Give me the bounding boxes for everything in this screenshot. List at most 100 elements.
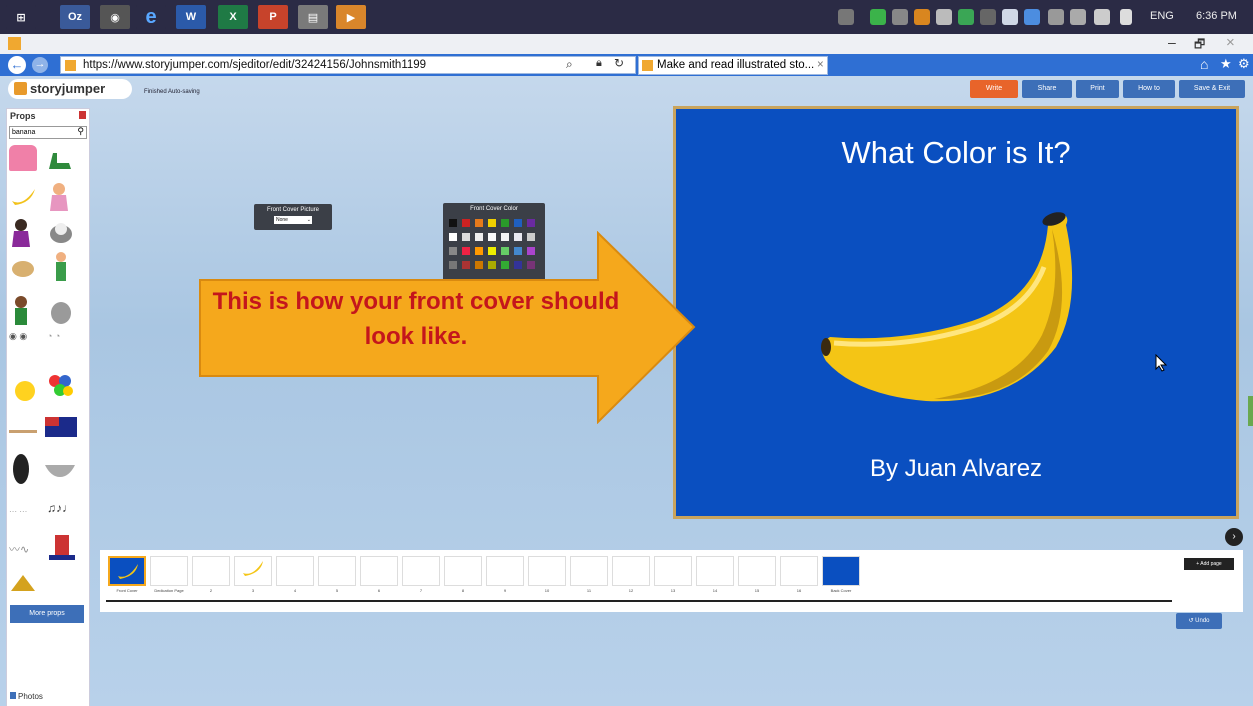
side-tab[interactable] <box>1248 396 1253 426</box>
banana-image[interactable] <box>816 205 1096 420</box>
tray-icon-4[interactable] <box>980 9 996 25</box>
photos-tab[interactable]: Photos <box>10 692 43 701</box>
dress-prop[interactable] <box>9 145 37 171</box>
chrome-icon[interactable]: ◉ <box>100 5 130 29</box>
print-button[interactable]: Print <box>1076 80 1119 98</box>
page-thumbnail[interactable] <box>318 556 356 586</box>
start-icon[interactable]: ⊞ <box>6 5 36 29</box>
howto-button[interactable]: How to <box>1123 80 1175 98</box>
file-explorer-icon[interactable]: ▤ <box>298 5 328 29</box>
media-player-icon[interactable]: ▶ <box>336 5 366 29</box>
keyboard-icon[interactable] <box>838 9 854 25</box>
color-swatch[interactable] <box>501 219 509 227</box>
dots-prop[interactable]: ⋯ ⋯ <box>9 507 37 533</box>
tray-icon-5[interactable] <box>1024 9 1040 25</box>
page-thumbnail[interactable] <box>612 556 650 586</box>
clock[interactable]: 6:36 PM <box>1196 10 1237 22</box>
bowl-prop[interactable] <box>45 463 75 489</box>
cover-author[interactable]: By Juan Alvarez <box>676 455 1236 483</box>
page-thumbnail[interactable] <box>276 556 314 586</box>
tent-prop[interactable] <box>9 573 37 599</box>
stick-prop[interactable] <box>9 423 37 449</box>
eyes-prop-2[interactable]: ◔ ◔ <box>47 331 75 357</box>
page-thumbnail[interactable] <box>822 556 860 586</box>
tray-icon-2[interactable] <box>936 9 952 25</box>
app-tray-icon[interactable] <box>914 9 930 25</box>
signal-icon[interactable] <box>1120 9 1132 25</box>
undo-button[interactable]: ↺ Undo <box>1176 613 1222 629</box>
close-window-button[interactable]: × <box>1226 34 1235 51</box>
powerpoint-icon[interactable]: P <box>258 5 288 29</box>
balloons-prop[interactable] <box>47 373 75 399</box>
volume-icon[interactable] <box>892 9 908 25</box>
australia-flag-prop[interactable] <box>45 417 77 443</box>
page-thumbnail[interactable] <box>738 556 776 586</box>
page-thumbnail[interactable] <box>150 556 188 586</box>
tab-storyjumper[interactable]: Make and read illustrated sto... × <box>638 56 828 75</box>
front-cover-preview[interactable]: What Color is It? By Juan Alvarez <box>673 106 1239 519</box>
next-page-button[interactable]: › <box>1225 528 1243 546</box>
princess-prop[interactable] <box>9 217 37 247</box>
dog-husky-prop[interactable] <box>47 219 75 245</box>
outlook-icon[interactable]: Oᴢ <box>60 5 90 29</box>
forward-icon[interactable]: → <box>32 57 48 73</box>
squiggle-prop[interactable]: 〰∿ <box>9 541 37 567</box>
lock-icon[interactable]: 🔒︎ <box>596 57 602 70</box>
page-thumbnail[interactable] <box>654 556 692 586</box>
page-thumbnail[interactable] <box>696 556 734 586</box>
tab-close-icon[interactable]: × <box>817 57 824 74</box>
banana-prop[interactable] <box>9 185 37 211</box>
home-icon[interactable]: ⌂ <box>1200 56 1208 72</box>
page-thumbnail[interactable] <box>108 556 146 586</box>
front-cover-picture-select[interactable]: None ⌄ <box>274 216 312 224</box>
favorites-star-icon[interactable]: ★ <box>1220 56 1232 72</box>
penguin-prop[interactable] <box>11 453 39 484</box>
more-props-button[interactable]: More props <box>10 605 84 623</box>
page-thumbnail[interactable] <box>360 556 398 586</box>
page-thumbnail[interactable] <box>486 556 524 586</box>
settings-gear-icon[interactable]: ⚙ <box>1238 56 1250 72</box>
cover-title[interactable]: What Color is It? <box>676 135 1236 171</box>
page-thumbnail[interactable] <box>192 556 230 586</box>
girl-prop[interactable] <box>47 181 75 211</box>
sun-prop[interactable] <box>13 379 41 405</box>
tray-icon-3[interactable] <box>958 9 974 25</box>
dog-prop[interactable] <box>9 255 37 281</box>
excel-icon[interactable]: X <box>218 5 248 29</box>
search-icon[interactable]: ⌕ <box>566 57 573 72</box>
tray-icon-7[interactable] <box>1094 9 1110 25</box>
color-swatch[interactable] <box>475 219 483 227</box>
storyjumper-logo[interactable]: storyjumper <box>8 79 132 99</box>
props-search-input[interactable]: banana ⚲ <box>9 126 87 139</box>
shield-icon[interactable] <box>870 9 886 25</box>
minimize-button[interactable]: – <box>1168 34 1176 50</box>
ie-icon[interactable]: e <box>136 5 166 29</box>
color-swatch[interactable] <box>462 219 470 227</box>
cat-prop[interactable] <box>47 295 75 324</box>
music-notes-prop[interactable]: ♫♪♩ <box>47 501 75 527</box>
timeline-scrollbar[interactable] <box>106 600 1172 602</box>
word-icon[interactable]: W <box>176 5 206 29</box>
page-thumbnail[interactable] <box>780 556 818 586</box>
dinosaur-prop[interactable] <box>45 149 73 175</box>
share-button[interactable]: Share <box>1022 80 1072 98</box>
tray-icon-6[interactable] <box>1070 9 1086 25</box>
page-thumbnail[interactable] <box>570 556 608 586</box>
kid-prop[interactable] <box>9 295 37 325</box>
page-thumbnail[interactable] <box>234 556 272 586</box>
uncle-sam-hat-prop[interactable] <box>49 535 77 561</box>
color-swatch[interactable] <box>449 219 457 227</box>
language-indicator[interactable]: ENG <box>1150 10 1174 22</box>
bluetooth-icon[interactable] <box>1002 9 1018 25</box>
color-swatch[interactable] <box>514 219 522 227</box>
write-button[interactable]: Write <box>970 80 1018 98</box>
trash-icon[interactable] <box>79 111 86 119</box>
page-thumbnail[interactable] <box>528 556 566 586</box>
add-page-button[interactable]: + Add page <box>1184 558 1234 570</box>
page-thumbnail[interactable] <box>402 556 440 586</box>
page-thumbnail[interactable] <box>444 556 482 586</box>
color-swatch[interactable] <box>488 219 496 227</box>
boy-prop[interactable] <box>51 251 79 281</box>
eyes-prop-1[interactable]: ◉ ◉ <box>9 331 37 357</box>
url-bar[interactable]: https://www.storyjumper.com/sjeditor/edi… <box>60 56 636 74</box>
